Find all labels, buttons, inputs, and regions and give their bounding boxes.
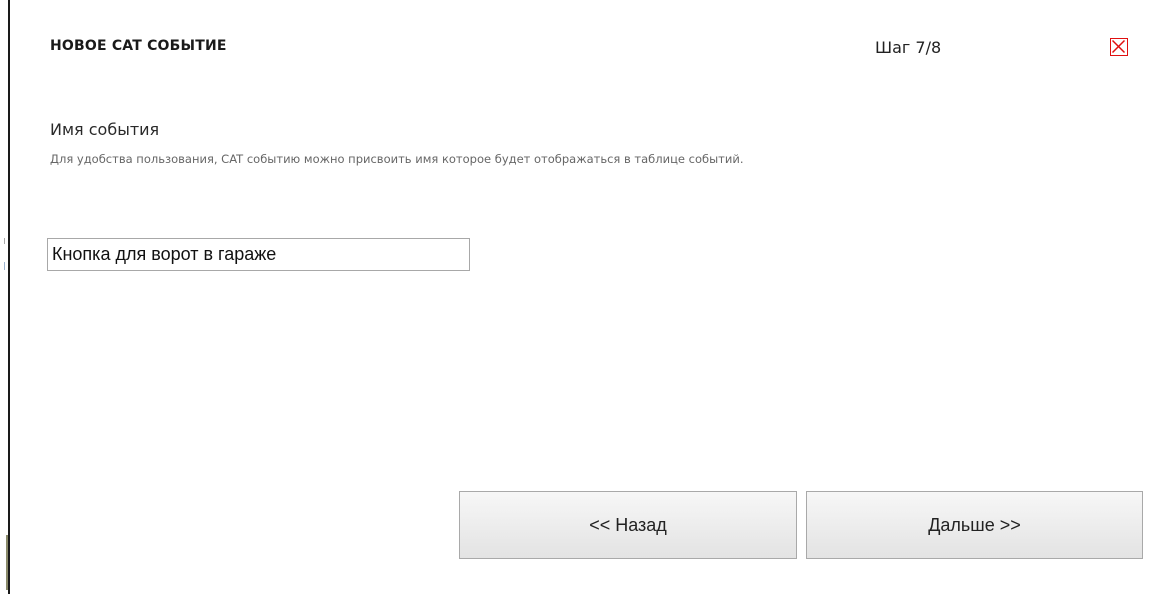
event-name-input[interactable] bbox=[47, 238, 470, 271]
back-button[interactable]: << Назад bbox=[459, 491, 797, 559]
close-icon bbox=[1111, 39, 1126, 54]
event-name-heading: Имя события bbox=[50, 120, 160, 139]
new-cat-event-dialog: НОВОЕ CAT СОБЫТИЕ Шаг 7/8 Имя события Дл… bbox=[10, 0, 1174, 594]
close-button[interactable] bbox=[1110, 38, 1128, 56]
background-fragment bbox=[4, 262, 5, 270]
window-edge-shadow bbox=[6, 535, 8, 590]
next-button[interactable]: Дальше >> bbox=[806, 491, 1143, 559]
event-name-description: Для удобства пользования, CAT событию мо… bbox=[50, 152, 744, 166]
step-indicator: Шаг 7/8 bbox=[875, 38, 942, 57]
dialog-title: НОВОЕ CAT СОБЫТИЕ bbox=[50, 38, 227, 54]
page: НОВОЕ CAT СОБЫТИЕ Шаг 7/8 Имя события Дл… bbox=[0, 0, 1174, 594]
